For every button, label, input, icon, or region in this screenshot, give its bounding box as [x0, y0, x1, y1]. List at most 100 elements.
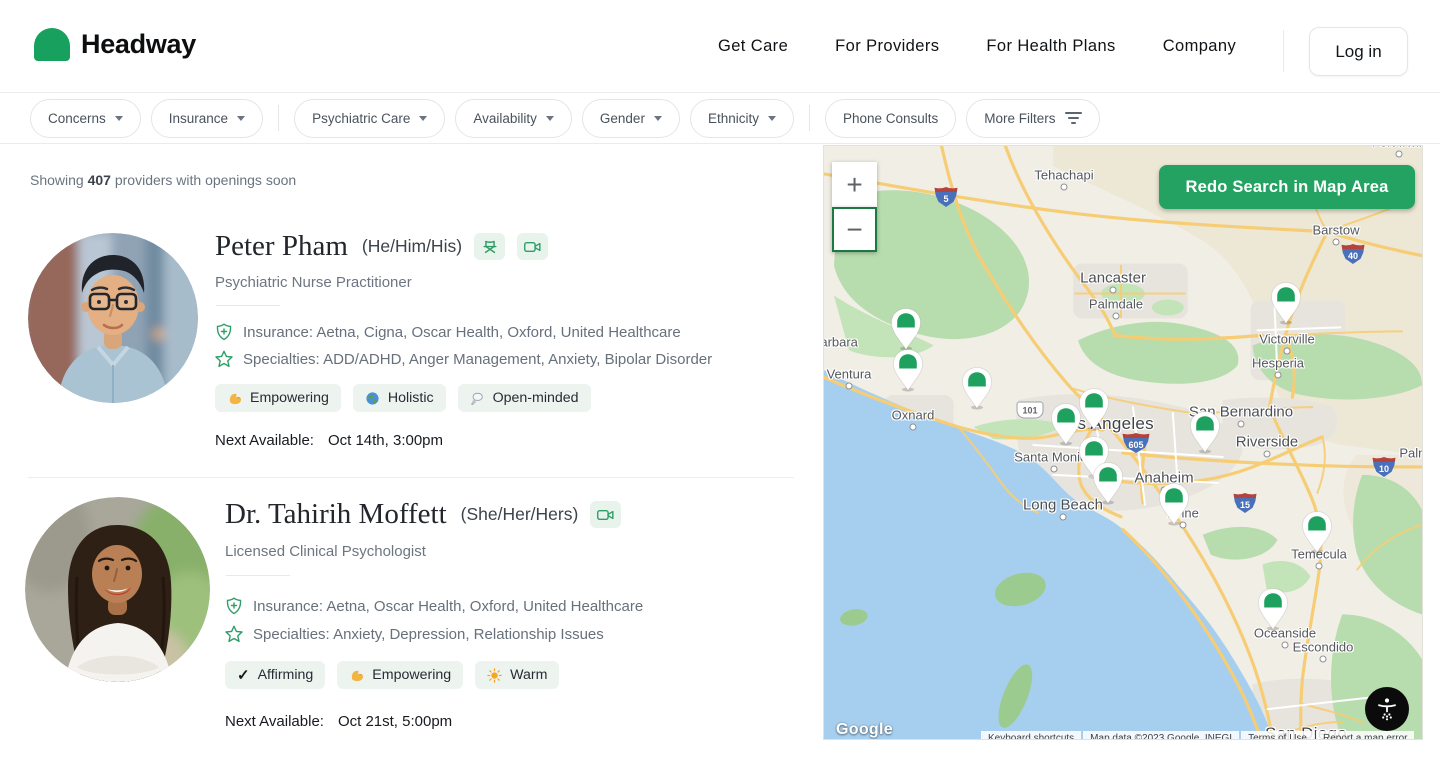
sun-icon [487, 668, 502, 683]
video-badge [590, 501, 621, 528]
provider-map-pin[interactable] [889, 307, 923, 351]
next-available-value: Oct 14th, 3:00pm [328, 432, 443, 449]
highway-shield-605: 605 [1123, 433, 1150, 453]
accessibility-button[interactable] [1365, 687, 1409, 731]
globe-icon [365, 391, 380, 406]
chevron-down-icon [654, 116, 662, 121]
insurance-row: Insurance: Aetna, Oscar Health, Oxford, … [224, 596, 643, 616]
results-count: 407 [88, 172, 111, 188]
provider-map-pin[interactable] [1188, 410, 1222, 454]
provider-map-pin[interactable] [960, 366, 994, 410]
provider-name: Dr. Tahirih Moffett [225, 498, 447, 531]
map-zoom-in-button[interactable]: + [832, 162, 877, 207]
flex-arm-icon [349, 668, 364, 683]
map-city-label: Santa Barbara [823, 335, 858, 350]
filter-gender[interactable]: Gender [582, 99, 680, 138]
provider-title: Psychiatric Nurse Practitioner [215, 274, 412, 291]
map-city-dot [1320, 656, 1327, 663]
filter-bar: Concerns Insurance Psychiatric Care Avai… [0, 93, 1440, 144]
nav-get-care[interactable]: Get Care [718, 37, 788, 56]
top-navbar: Headway Get Care For Providers For Healt… [0, 0, 1440, 93]
map-city-dot [1051, 466, 1058, 473]
map-city-label: Victorville [1259, 332, 1314, 347]
map-data-text: Map data ©2023 Google, INEGI [1083, 731, 1239, 740]
divider [216, 305, 280, 306]
provider-name: Peter Pham [215, 230, 348, 263]
headway-search-page: Headway Get Care For Providers For Healt… [0, 0, 1440, 777]
provider-map-pin[interactable] [1256, 587, 1290, 631]
video-camera-icon [596, 507, 615, 523]
map-city-dot [1275, 372, 1282, 379]
tag-affirming: ✓ Affirming [225, 661, 325, 689]
provider-avatar[interactable] [28, 233, 198, 403]
filter-availability[interactable]: Availability [455, 99, 572, 138]
provider-map-pin[interactable] [1091, 461, 1125, 505]
terms-of-use-link[interactable]: Terms of Use [1241, 731, 1314, 740]
map-city-label: Ventura [827, 367, 872, 382]
next-available-row: Next Available: Oct 21st, 5:00pm [225, 713, 452, 730]
provider-map-pin[interactable] [1300, 510, 1334, 554]
chevron-down-icon [546, 116, 554, 121]
provider-avatar[interactable] [25, 497, 210, 682]
map-city-label: Tehachapi [1034, 168, 1093, 183]
personality-tags: Empowering Holistic Open-minded [215, 384, 591, 412]
map-zoom-out-button[interactable]: − [832, 207, 877, 252]
keyboard-shortcuts-link[interactable]: Keyboard shortcuts [981, 731, 1081, 740]
highway-shield-10: 10 [1373, 457, 1396, 477]
filter-concerns[interactable]: Concerns [30, 99, 141, 138]
map-city-label: Palm Springs [1399, 446, 1423, 461]
shield-plus-icon [214, 322, 234, 342]
star-icon [214, 349, 234, 369]
map-city-dot [1282, 642, 1289, 649]
provider-map-pin[interactable] [891, 348, 925, 392]
filter-ethnicity[interactable]: Ethnicity [690, 99, 794, 138]
headway-logo[interactable]: Headway [34, 28, 196, 61]
map-city-label: Palmdale [1089, 297, 1143, 312]
map-city-dot [846, 383, 853, 390]
map-city-dot [1113, 313, 1120, 320]
provider-map-pin[interactable] [1157, 482, 1191, 526]
map-city-dot [1284, 348, 1291, 355]
map-city-label: Riverside [1236, 434, 1299, 451]
headway-logo-icon [34, 28, 70, 61]
highway-shield-40: 40 [1342, 244, 1365, 264]
map[interactable]: TehachapiBarstowFort IrwinLancasterPalmd… [823, 145, 1423, 740]
map-city-dot [1333, 239, 1340, 246]
chevron-down-icon [419, 116, 427, 121]
nav-for-providers[interactable]: For Providers [835, 37, 939, 56]
filter-psychiatric-care[interactable]: Psychiatric Care [294, 99, 445, 138]
report-map-error-link[interactable]: Report a map error [1316, 731, 1414, 740]
filter-more-filters[interactable]: More Filters [966, 99, 1099, 138]
provider-pronouns: (He/Him/His) [362, 236, 462, 257]
filter-insurance[interactable]: Insurance [151, 99, 263, 138]
video-badge [517, 233, 548, 260]
tag-warm: Warm [475, 661, 559, 689]
map-overlay: TehachapiBarstowFort IrwinLancasterPalmd… [824, 146, 1422, 739]
insurance-list: Aetna, Cigna, Oscar Health, Oxford, Unit… [316, 324, 680, 341]
next-available-row: Next Available: Oct 14th, 3:00pm [215, 432, 443, 449]
specialties-list: ADD/ADHD, Anger Management, Anxiety, Bip… [323, 351, 712, 368]
tag-empowering: Empowering [337, 661, 463, 689]
map-city-label: Barstow [1313, 223, 1360, 238]
provider-name-row[interactable]: Peter Pham (He/Him/His) [215, 230, 548, 263]
map-city-dot [1110, 287, 1117, 294]
redo-search-button[interactable]: Redo Search in Map Area [1159, 165, 1415, 209]
nav-divider [1283, 30, 1284, 72]
nav-company[interactable]: Company [1163, 37, 1236, 56]
filter-phone-consults[interactable]: Phone Consults [825, 99, 956, 138]
login-button[interactable]: Log in [1309, 27, 1408, 76]
main-nav: Get Care For Providers For Health Plans … [718, 0, 1236, 92]
in-person-badge [474, 233, 505, 260]
nav-for-health-plans[interactable]: For Health Plans [986, 37, 1115, 56]
provider-map-pin[interactable] [1269, 281, 1303, 325]
google-logo[interactable]: Google [836, 721, 893, 739]
check-icon: ✓ [237, 666, 250, 684]
map-city-dot [1060, 514, 1067, 521]
tag-open-minded: Open-minded [458, 384, 591, 412]
provider-title: Licensed Clinical Psychologist [225, 543, 426, 560]
results-summary: Showing 407 providers with openings soon [30, 172, 296, 188]
provider-name-row[interactable]: Dr. Tahirih Moffett (She/Her/Hers) [225, 498, 621, 531]
highway-shield-5: 5 [935, 187, 958, 207]
thought-bubble-icon [470, 391, 485, 406]
insurance-row: Insurance: Aetna, Cigna, Oscar Health, O… [214, 322, 681, 342]
